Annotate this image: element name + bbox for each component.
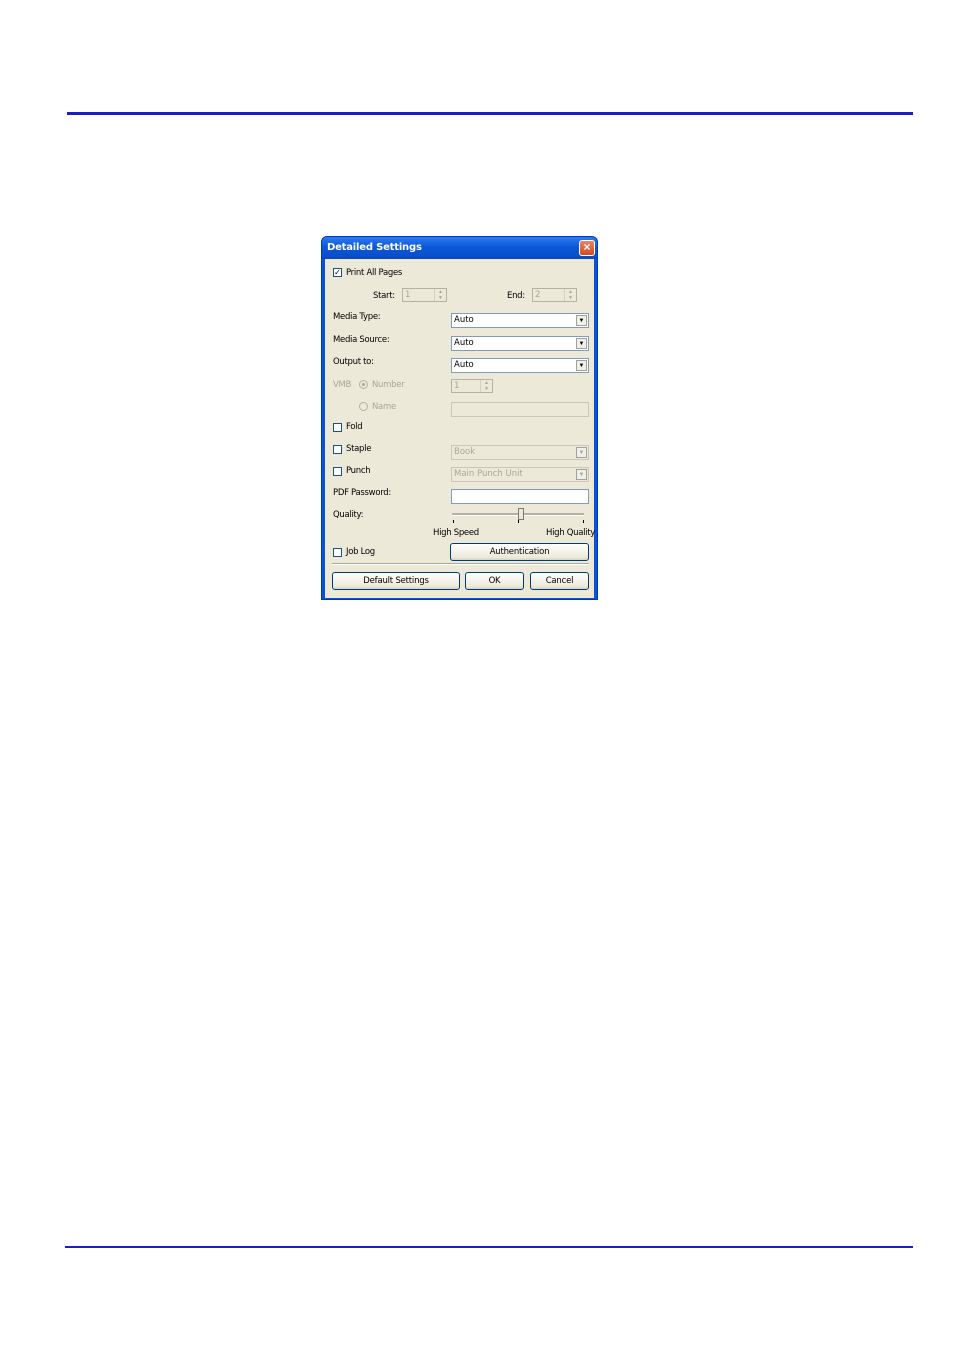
vmb-label: VMB (333, 380, 352, 390)
media-type-select[interactable]: Auto ▼ (451, 313, 589, 328)
fold-checkbox[interactable] (333, 423, 342, 432)
chevron-down-icon[interactable]: ▼ (576, 338, 587, 349)
end-label: End: (507, 291, 525, 301)
quality-tick-mid (518, 520, 519, 523)
staple-select[interactable]: Book ▼ (451, 445, 589, 460)
media-source-label: Media Source: (333, 335, 390, 345)
vmb-name-radio[interactable] (359, 402, 368, 411)
dialog-body: ✓ Print All Pages Start: 1 ▲ ▼ End: 2 ▲ ▼ … (325, 259, 596, 598)
end-value: 2 (535, 290, 541, 300)
detailed-settings-dialog: Detailed Settings × ✓ Print All Pages St… (321, 236, 598, 600)
staple-value: Book (454, 447, 476, 457)
staple-checkbox[interactable] (333, 445, 342, 454)
chevron-down-icon[interactable]: ▼ (576, 469, 587, 480)
media-type-value: Auto (454, 315, 474, 325)
default-settings-button[interactable]: Default Settings (332, 572, 460, 590)
start-spinner-arrows[interactable]: ▲ ▼ (434, 289, 446, 301)
chevron-down-icon[interactable]: ▼ (576, 360, 587, 371)
punch-label: Punch (346, 466, 371, 476)
pdf-password-label: PDF Password: (333, 488, 391, 498)
vmb-number-radio[interactable] (359, 380, 368, 389)
end-spinner-arrows[interactable]: ▲ ▼ (564, 289, 576, 301)
ok-button[interactable]: OK (465, 572, 524, 590)
vmb-spinner-arrows[interactable]: ▲ ▼ (480, 380, 492, 392)
quality-tick-min (453, 520, 454, 523)
media-type-label: Media Type: (333, 312, 381, 322)
pdf-password-field[interactable] (451, 489, 589, 504)
vmb-number-spinner[interactable]: 1 ▲ ▼ (451, 379, 493, 393)
quality-label: Quality: (333, 510, 364, 520)
page-footer-rule (65, 1246, 913, 1248)
media-source-value: Auto (454, 338, 474, 348)
spin-down-icon[interactable]: ▼ (565, 295, 576, 301)
spin-down-icon[interactable]: ▼ (481, 386, 492, 392)
cancel-button[interactable]: Cancel (530, 572, 589, 590)
page-header-rule (67, 112, 913, 115)
vmb-name-field[interactable] (451, 402, 589, 417)
job-log-label: Job Log (346, 547, 375, 557)
dialog-separator (332, 563, 589, 565)
print-all-pages-label: Print All Pages (346, 268, 403, 278)
vmb-number-value: 1 (454, 381, 460, 391)
quality-max-label: High Quality (546, 528, 596, 538)
end-spinner[interactable]: 2 ▲ ▼ (532, 288, 577, 302)
punch-value: Main Punch Unit (454, 469, 523, 479)
dialog-titlebar[interactable]: Detailed Settings × (322, 237, 597, 259)
media-source-select[interactable]: Auto ▼ (451, 336, 589, 351)
dialog-title: Detailed Settings (327, 242, 422, 253)
chevron-down-icon[interactable]: ▼ (576, 447, 587, 458)
spin-down-icon[interactable]: ▼ (435, 295, 446, 301)
output-to-label: Output to: (333, 357, 374, 367)
start-label: Start: (373, 291, 395, 301)
output-to-value: Auto (454, 360, 474, 370)
print-all-pages-checkbox[interactable]: ✓ (333, 268, 342, 277)
close-icon[interactable]: × (579, 240, 595, 256)
punch-select[interactable]: Main Punch Unit ▼ (451, 467, 589, 482)
staple-label: Staple (346, 444, 372, 454)
job-log-checkbox[interactable] (333, 548, 342, 557)
vmb-number-label: Number (372, 380, 405, 390)
punch-checkbox[interactable] (333, 467, 342, 476)
authentication-button[interactable]: Authentication (450, 543, 589, 561)
chevron-down-icon[interactable]: ▼ (576, 315, 587, 326)
fold-label: Fold (346, 422, 363, 432)
vmb-name-label: Name (372, 402, 396, 412)
quality-tick-max (583, 520, 584, 523)
quality-min-label: High Speed (433, 528, 479, 538)
quality-slider-thumb[interactable] (518, 508, 524, 520)
start-value: 1 (405, 290, 411, 300)
output-to-select[interactable]: Auto ▼ (451, 358, 589, 373)
start-spinner[interactable]: 1 ▲ ▼ (402, 288, 447, 302)
